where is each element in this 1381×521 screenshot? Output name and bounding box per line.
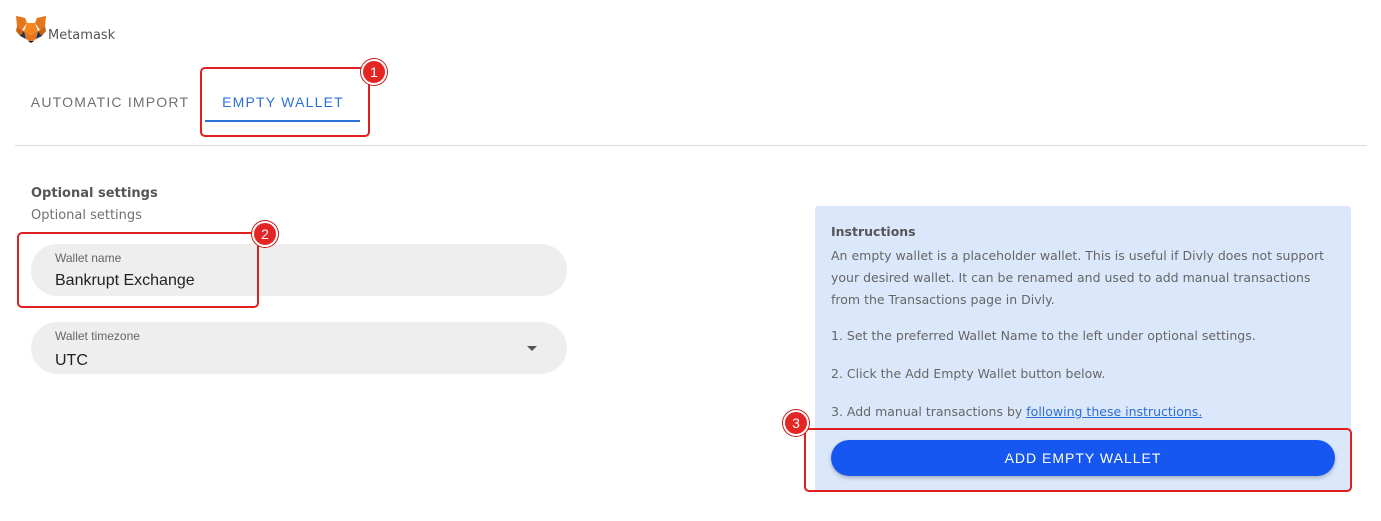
wallet-timezone-label: Wallet timezone <box>55 329 140 343</box>
annotation-box-3 <box>804 428 1352 492</box>
instruction-step-2: 2. Click the Add Empty Wallet button bel… <box>831 366 1106 381</box>
optional-settings-subtitle: Optional settings <box>31 208 142 223</box>
annotation-badge-2: 2 <box>252 221 278 247</box>
optional-settings-title: Optional settings <box>31 186 158 201</box>
annotation-badge-3: 3 <box>783 410 809 436</box>
brand: Metamask <box>14 14 115 44</box>
wallet-timezone-value[interactable]: UTC <box>55 352 88 370</box>
tab-automatic-import[interactable]: AUTOMATIC IMPORT <box>29 82 191 122</box>
instruction-step-3-text: 3. Add manual transactions by <box>831 404 1027 419</box>
metamask-fox-icon <box>16 16 46 43</box>
annotation-badge-1: 1 <box>361 59 387 85</box>
annotation-box-1 <box>200 67 370 137</box>
instructions-title: Instructions <box>831 224 916 239</box>
instruction-step-1: 1. Set the preferred Wallet Name to the … <box>831 328 1256 343</box>
instructions-description: An empty wallet is a placeholder wallet.… <box>831 248 1325 307</box>
brand-name: Metamask <box>48 28 116 43</box>
chevron-down-icon[interactable] <box>527 346 537 351</box>
wallet-timezone-select[interactable]: Wallet timezone UTC <box>31 322 567 374</box>
annotation-box-2 <box>17 232 259 308</box>
instruction-step-3: 3. Add manual transactions by following … <box>831 404 1202 419</box>
instructions-link[interactable]: following these instructions. <box>1026 404 1202 419</box>
